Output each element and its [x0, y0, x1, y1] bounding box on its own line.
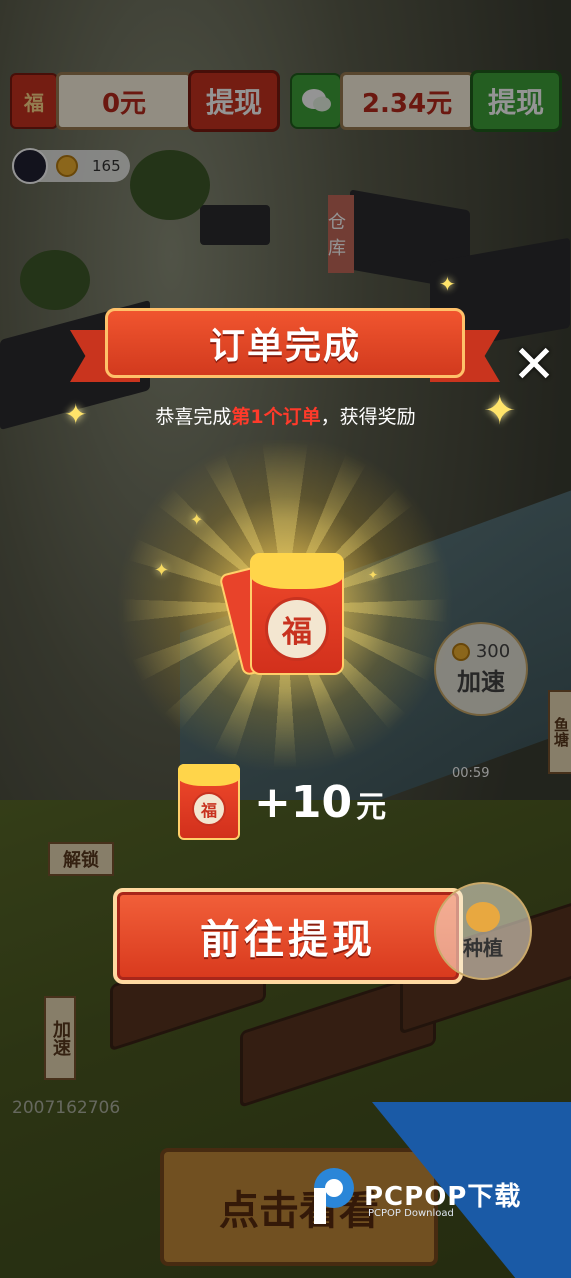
watermark-logo: PCPOP下载 PCPOP Download [310, 1166, 570, 1236]
watermark-subtitle: PCPOP Download [368, 1208, 454, 1219]
reward-amount: +10 元 [254, 777, 386, 828]
reward-row: 福 +10 元 [178, 762, 386, 842]
modal-title: 订单完成 [105, 308, 465, 378]
plant-bubble[interactable]: 种植 [434, 882, 532, 980]
orange-icon [466, 901, 500, 932]
plant-label: 种植 [463, 935, 503, 960]
subtitle-suffix: ，获得奖励 [320, 406, 416, 428]
modal-title-ribbon: 订单完成 [70, 300, 500, 384]
close-icon[interactable]: ✕ [509, 339, 559, 391]
pcpop-logo-icon [314, 1168, 354, 1224]
subtitle-highlight: 第1个订单 [231, 406, 321, 428]
red-envelope-small-icon: 福 [178, 764, 240, 840]
fu-seal-icon: 福 [265, 597, 329, 661]
fu-seal-small: 福 [192, 792, 226, 826]
reward-unit: 元 [356, 789, 387, 825]
sparkle-icon: ✦ [439, 272, 456, 296]
sparkle-icon: ✦ [483, 388, 517, 434]
go-withdraw-button[interactable]: 前往提现 [113, 888, 463, 984]
subtitle-prefix: 恭喜完成 [155, 406, 232, 428]
sparkle-icon: ✦ [64, 398, 88, 431]
reward-value: +10 [254, 776, 353, 828]
